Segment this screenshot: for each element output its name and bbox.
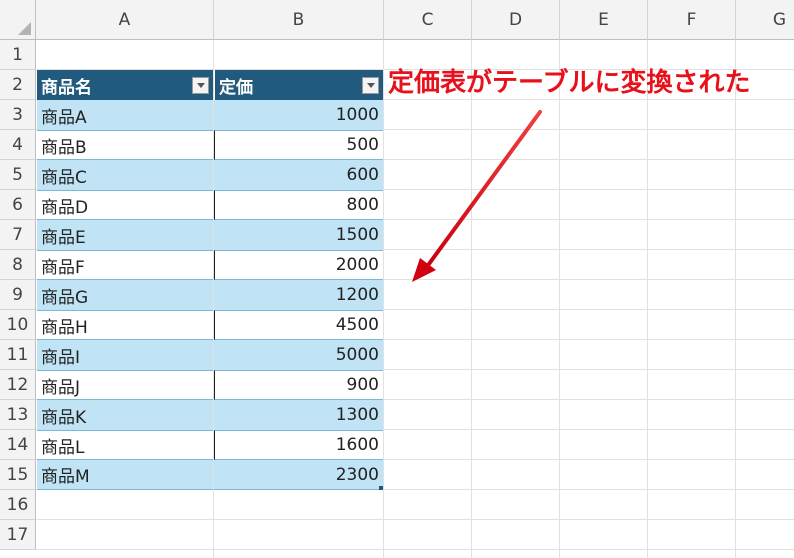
arrow-icon — [412, 110, 542, 282]
spreadsheet: A B C D E F G 1 2 3 4 5 6 7 8 9 10 11 12… — [0, 0, 794, 558]
